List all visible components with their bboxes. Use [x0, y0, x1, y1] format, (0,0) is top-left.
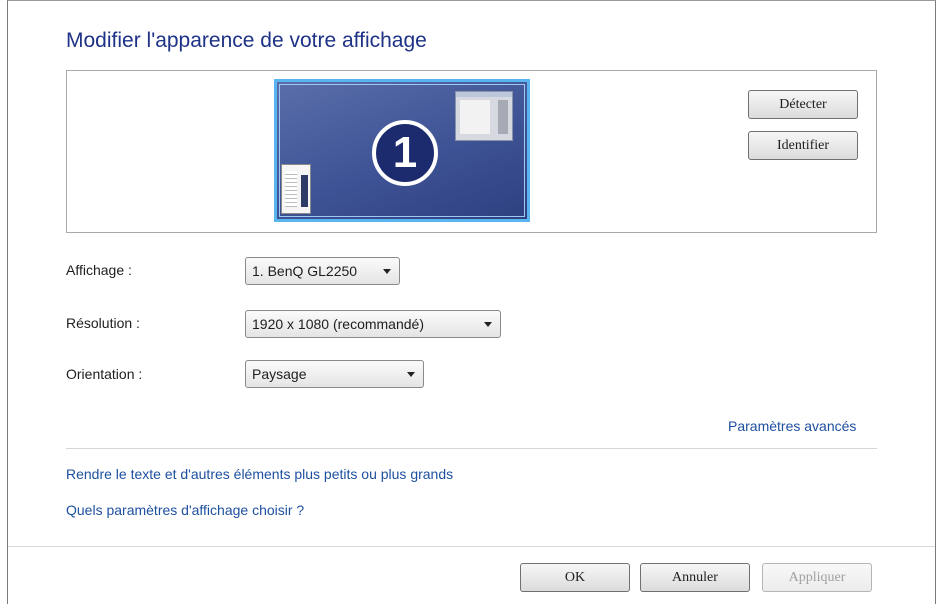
- mini-window-side: [498, 100, 508, 134]
- which-settings-link[interactable]: Quels paramètres d'affichage choisir ?: [66, 502, 304, 518]
- monitor-1-preview[interactable]: 1: [274, 79, 530, 222]
- orientation-select[interactable]: Paysage: [245, 360, 424, 388]
- cancel-button[interactable]: Annuler: [640, 563, 750, 592]
- apply-button[interactable]: Appliquer: [762, 563, 872, 592]
- mini-window-icon: [455, 91, 513, 141]
- footer-divider: [8, 546, 935, 547]
- orientation-select-value: Paysage: [252, 366, 307, 382]
- chevron-down-icon: [484, 322, 492, 327]
- display-label: Affichage :: [66, 262, 132, 278]
- mini-window-pane: [460, 100, 490, 134]
- chevron-down-icon: [383, 269, 391, 274]
- display-select[interactable]: 1. BenQ GL2250: [245, 257, 400, 285]
- resolution-label: Résolution :: [66, 315, 140, 331]
- resolution-select-value: 1920 x 1080 (recommandé): [252, 316, 424, 332]
- identify-button[interactable]: Identifier: [748, 131, 858, 160]
- chevron-down-icon: [407, 372, 415, 377]
- page-title: Modifier l'apparence de votre affichage: [66, 29, 427, 52]
- advanced-settings-link[interactable]: Paramètres avancés: [728, 418, 856, 434]
- mini-document-icon: [281, 164, 311, 214]
- monitor-number-badge: 1: [372, 120, 438, 186]
- text-size-link[interactable]: Rendre le texte et d'autres éléments plu…: [66, 466, 453, 482]
- ok-button[interactable]: OK: [520, 563, 630, 592]
- mini-window-titlebar: [456, 92, 512, 97]
- orientation-label: Orientation :: [66, 366, 143, 382]
- mini-document-strip: [301, 175, 308, 207]
- section-divider: [66, 448, 877, 449]
- resolution-select[interactable]: 1920 x 1080 (recommandé): [245, 310, 501, 338]
- display-select-value: 1. BenQ GL2250: [252, 263, 358, 279]
- detect-button[interactable]: Détecter: [748, 90, 858, 119]
- mini-document-lines: [285, 171, 297, 207]
